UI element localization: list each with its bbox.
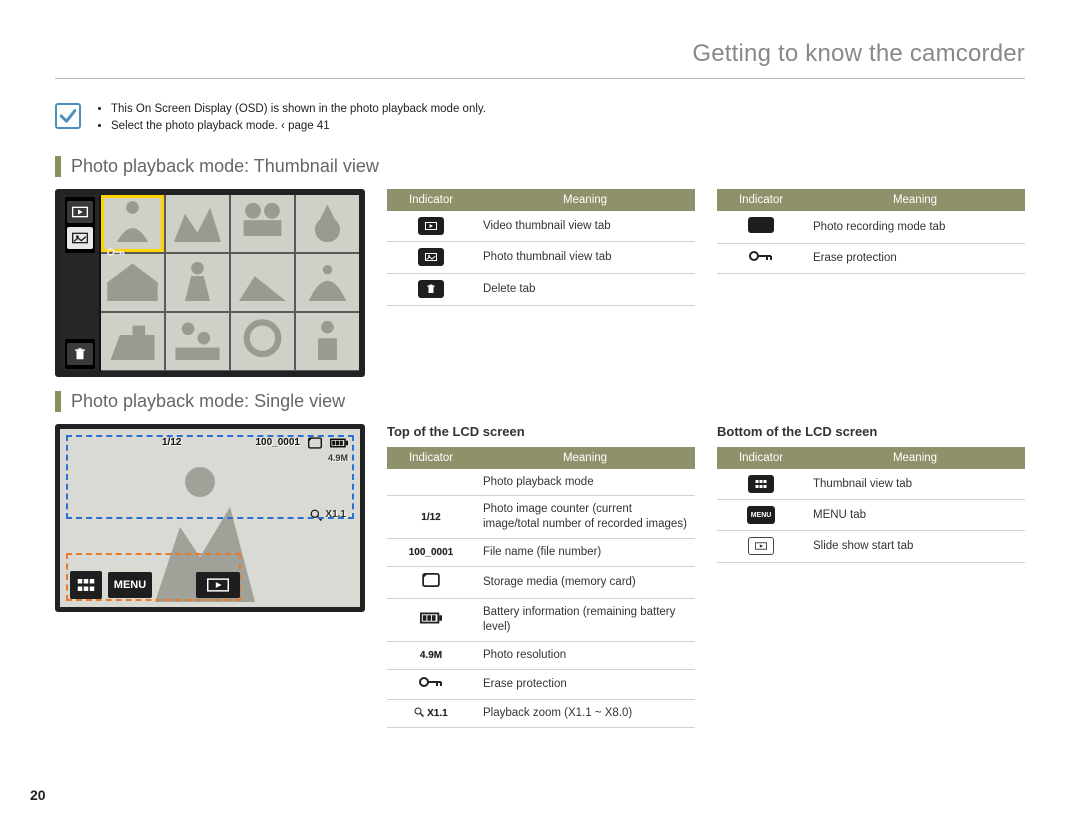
table-row: Thumbnail view tab [717, 469, 1025, 500]
th-meaning: Meaning [475, 189, 695, 211]
th-meaning: Meaning [475, 447, 695, 469]
thumbnail-cell[interactable] [231, 195, 294, 252]
indicator-table-thumb-right: IndicatorMeaning Photo recording mode ta… [717, 189, 1025, 275]
thumbnail-cell[interactable] [101, 254, 164, 311]
meaning-text: Photo image counter (current image/total… [475, 496, 695, 539]
meaning-text: Delete tab [475, 274, 695, 306]
table-row: Photo playback mode [387, 469, 695, 496]
thumbnail-cell[interactable] [231, 254, 294, 311]
meaning-text: File name (file number) [475, 539, 695, 567]
note-item: This On Screen Display (OSD) is shown in… [111, 101, 486, 118]
thumbnail-cell[interactable] [296, 195, 359, 252]
table-row: MENU MENU tab [717, 500, 1025, 531]
table-row: Slide show start tab [717, 531, 1025, 563]
thumbnail-view-tab-icon[interactable] [70, 571, 102, 599]
meaning-text: Thumbnail view tab [805, 469, 1025, 500]
video-thumb-tab-icon[interactable] [67, 201, 93, 223]
resolution-indicator: 4.9M [420, 650, 442, 661]
photo-rec-tab-icon [748, 217, 774, 233]
meaning-text: Erase protection [475, 670, 695, 700]
table-row: 1/12 Photo image counter (current image/t… [387, 496, 695, 539]
indicator-table-thumb-left: IndicatorMeaning Video thumbnail view ta… [387, 189, 695, 307]
th-indicator: Indicator [387, 447, 475, 469]
meaning-text: Video thumbnail view tab [475, 211, 695, 242]
photo-thumb-tab-icon [418, 248, 444, 266]
video-thumb-tab-icon [418, 217, 444, 235]
osd-file-name: 100_0001 [256, 437, 301, 448]
filename-indicator: 100_0001 [409, 547, 454, 558]
meaning-text: Photo playback mode [475, 469, 695, 496]
battery-icon [330, 438, 348, 448]
note-item: Select the photo playback mode. ‹ page 4… [111, 118, 486, 135]
thumbnail-cell[interactable] [101, 195, 164, 252]
thumbnail-cell[interactable] [166, 254, 229, 311]
th-meaning: Meaning [805, 189, 1025, 211]
meaning-text: Erase protection [805, 244, 1025, 274]
table-row: Delete tab [387, 274, 695, 306]
lcd-thumbnail-view [55, 189, 365, 377]
page-number: 20 [30, 787, 46, 803]
thumbnail-sidebar [61, 195, 101, 371]
key-icon [749, 253, 773, 265]
thumbnail-cell[interactable] [166, 195, 229, 252]
table-row: 100_0001 File name (file number) [387, 539, 695, 567]
meaning-text: MENU tab [805, 500, 1025, 531]
table-row: Photo recording mode tab [717, 211, 1025, 244]
meaning-text: Photo recording mode tab [805, 211, 1025, 244]
menu-tab-icon: MENU [747, 506, 776, 524]
table-row: X1.1 Playback zoom (X1.1 ~ X8.0) [387, 699, 695, 727]
table-row: Erase protection [387, 670, 695, 700]
meaning-text: Storage media (memory card) [475, 567, 695, 599]
slideshow-tab-icon [748, 537, 774, 555]
key-icon [419, 679, 443, 691]
checkmark-icon [55, 103, 81, 129]
note-block: This On Screen Display (OSD) is shown in… [55, 101, 1025, 136]
osd-zoom: X1.1 [310, 509, 346, 521]
magnifier-icon [310, 509, 322, 521]
zoom-indicator: X1.1 [414, 708, 447, 719]
table-row: 4.9M Photo resolution [387, 642, 695, 670]
section-heading-single: Photo playback mode: Single view [55, 391, 1025, 412]
indicator-table-top: IndicatorMeaning Photo playback mode 1/1… [387, 447, 695, 728]
table-row: Video thumbnail view tab [387, 211, 695, 242]
sub-heading-top: Top of the LCD screen [387, 424, 695, 439]
thumbnail-cell[interactable] [231, 313, 294, 370]
counter-indicator: 1/12 [421, 512, 440, 523]
photo-thumb-tab-icon[interactable] [67, 227, 93, 249]
th-indicator: Indicator [387, 189, 475, 211]
thumbnail-cell[interactable] [101, 313, 164, 370]
table-row: Erase protection [717, 244, 1025, 274]
slideshow-tab-icon[interactable] [196, 572, 240, 598]
chapter-title: Getting to know the camcorder [55, 40, 1025, 79]
lcd-single-view: 1/12 100_0001 4.9M X1.1 MENU [55, 424, 365, 612]
table-row: Photo thumbnail view tab [387, 242, 695, 274]
osd-counter: 1/12 [162, 437, 181, 448]
thumbnail-cell[interactable] [296, 313, 359, 370]
delete-tab-icon [418, 280, 444, 298]
section-heading-thumbnail: Photo playback mode: Thumbnail view [55, 156, 1025, 177]
meaning-text: Slide show start tab [805, 531, 1025, 563]
th-indicator: Indicator [717, 189, 805, 211]
delete-tab-icon[interactable] [67, 343, 93, 365]
battery-icon [420, 615, 442, 627]
sub-heading-bottom: Bottom of the LCD screen [717, 424, 1025, 439]
thumbnail-cell[interactable] [166, 313, 229, 370]
card-icon [422, 578, 440, 590]
meaning-text: Photo resolution [475, 642, 695, 670]
meaning-text: Battery information (remaining battery l… [475, 599, 695, 642]
table-row: Battery information (remaining battery l… [387, 599, 695, 642]
table-row: Storage media (memory card) [387, 567, 695, 599]
meaning-text: Photo thumbnail view tab [475, 242, 695, 274]
indicator-table-bottom: IndicatorMeaning Thumbnail view tab MENU… [717, 447, 1025, 564]
thumbnail-view-tab-icon [748, 475, 774, 493]
meaning-text: Playback zoom (X1.1 ~ X8.0) [475, 699, 695, 727]
card-icon [308, 437, 322, 449]
thumbnail-cell[interactable] [296, 254, 359, 311]
menu-tab[interactable]: MENU [108, 572, 152, 598]
osd-resolution: 4.9M [328, 453, 348, 463]
th-indicator: Indicator [717, 447, 805, 469]
key-icon [107, 247, 125, 257]
th-meaning: Meaning [805, 447, 1025, 469]
thumbnail-grid [101, 195, 359, 371]
